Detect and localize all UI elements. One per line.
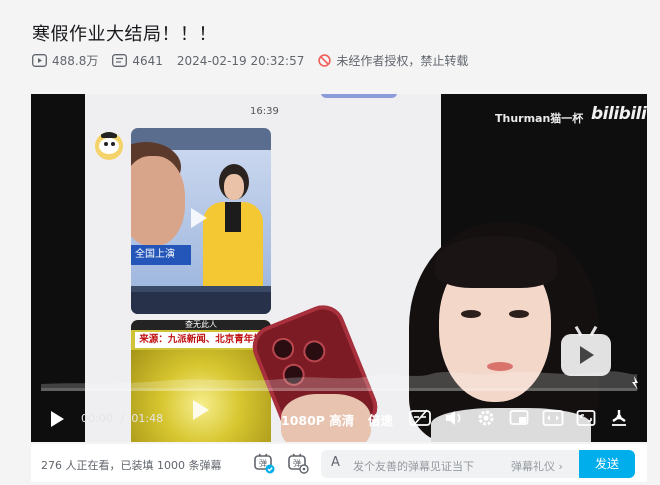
duration: 01:48	[131, 412, 164, 425]
play-count-icon	[32, 54, 47, 67]
player-controls: 00:00 / 01:48 1080P 高清 倍速	[31, 396, 647, 442]
chat-timestamp: 16:39	[250, 106, 279, 117]
uploader-watermark: Thurman猫一杯	[495, 112, 584, 125]
danmaku-bar: 276 人正在看，已装填 1000 条弹幕 弹 弹 A 发个友善的弹幕见证当下 …	[31, 444, 647, 482]
publish-datetime: 2024-02-19 20:32:57	[176, 53, 305, 68]
forbidden-icon	[318, 54, 332, 67]
danmaku-count: 4641	[132, 53, 163, 68]
views-stat: 488.8万	[32, 52, 98, 69]
danmaku-stat: 4641	[112, 54, 163, 68]
online-viewers: 276 人正在看，已装填 1000 条弹幕	[41, 459, 222, 472]
quality-button[interactable]: 1080P 高清	[281, 410, 354, 429]
clip-band: 查无此人	[131, 320, 271, 330]
video-meta: 488.8万 4641 2024-02-19 20:32:57 未经作者授权，禁…	[32, 52, 482, 69]
subtitle-off-icon[interactable]	[409, 408, 431, 428]
svg-text:弹: 弹	[293, 458, 301, 468]
current-time: 00:00	[81, 412, 113, 425]
web-fullscreen-icon[interactable]	[576, 408, 596, 428]
publish-time: 2024-02-19 20:32:57	[177, 54, 304, 68]
views-count: 488.8万	[52, 54, 99, 68]
copyright-text: 未经作者授权，禁止转载	[336, 54, 469, 68]
clip-source: 来源：九派新闻、北京青年报	[135, 332, 267, 348]
tv-play-icon	[580, 346, 594, 364]
video-title: 寒假作业大结局！！！	[32, 24, 217, 45]
news-caption: 全国上演	[131, 245, 191, 265]
tiger-avatar	[95, 132, 123, 160]
play-icon	[191, 208, 207, 228]
bilibili-logo: bilibili	[591, 104, 647, 124]
danmaku-toggle-icon[interactable]: 弹	[253, 452, 275, 474]
danmaku-count-icon	[112, 54, 128, 67]
speed-button[interactable]: 倍速	[368, 410, 393, 429]
volume-icon[interactable]	[444, 408, 464, 428]
send-danmaku-button[interactable]: 发送	[579, 450, 635, 478]
etiquette-label: 弹幕礼仪	[511, 460, 555, 473]
danmaku-input[interactable]: A 发个友善的弹幕见证当下 弹幕礼仪 ›	[321, 450, 581, 478]
play-icon[interactable]	[49, 410, 65, 428]
fullscreen-icon[interactable]	[609, 408, 629, 428]
copyright-notice: 未经作者授权，禁止转载	[318, 52, 468, 69]
danmaku-settings-icon[interactable]: 弹	[287, 452, 309, 474]
phone-pill	[321, 94, 397, 98]
danmaku-etiquette-link[interactable]: 弹幕礼仪 ›	[511, 458, 563, 474]
svg-text:弹: 弹	[259, 458, 267, 468]
news-video-thumbnail: 全国上演	[131, 128, 271, 314]
highlight-wave	[41, 371, 637, 388]
video-player[interactable]: 16:39 全国上演 查无此人 来源：九派新闻、北京青年报 Thurman猫一杯…	[31, 94, 647, 442]
progress-end-icon	[632, 376, 638, 390]
chevron-right-icon: ›	[558, 460, 563, 473]
danmaku-style-icon[interactable]: A	[331, 455, 340, 470]
progress-bar[interactable]	[41, 388, 637, 391]
settings-gear-icon[interactable]	[476, 408, 496, 428]
video-page: 寒假作业大结局！！！ 488.8万 4641 2024-02-19 20:32:…	[0, 0, 660, 485]
picture-in-picture-icon[interactable]	[509, 408, 529, 428]
time-separator: /	[120, 412, 124, 425]
widescreen-icon[interactable]	[542, 408, 564, 428]
time-display: 00:00 / 01:48	[81, 412, 163, 425]
danmaku-placeholder: 发个友善的弹幕见证当下	[353, 460, 474, 473]
